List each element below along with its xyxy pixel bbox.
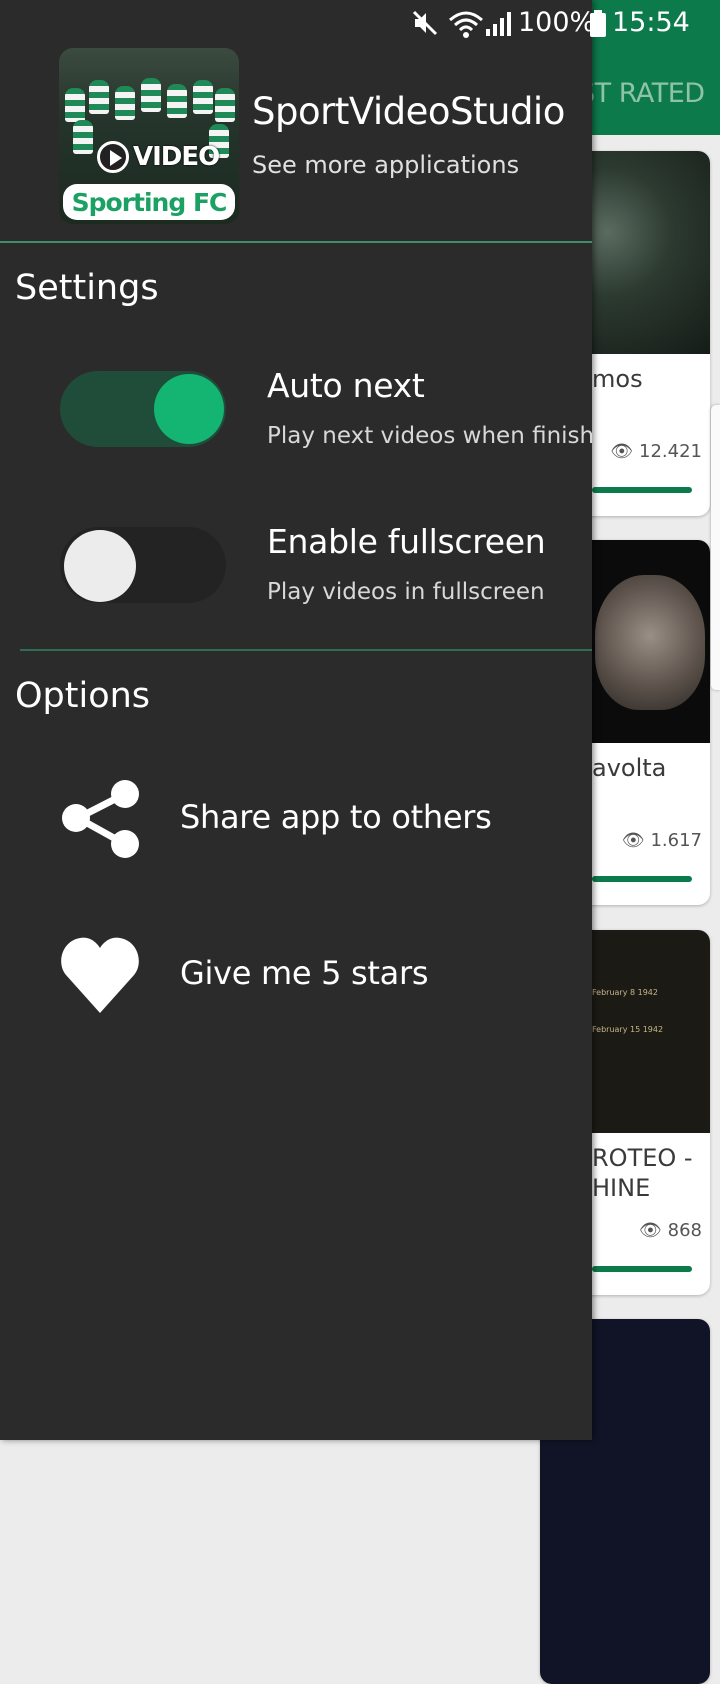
divider xyxy=(0,241,592,243)
view-count-value: 12.421 xyxy=(639,441,702,462)
auto-next-title: Auto next xyxy=(267,366,425,405)
eye-icon: 👁 xyxy=(639,1220,662,1241)
divider xyxy=(20,649,592,651)
video-title: ROTEO - HINE xyxy=(592,1144,693,1202)
wifi-icon xyxy=(449,11,483,38)
status-bar: 100% 15:54 xyxy=(0,0,720,48)
view-count-value: 868 xyxy=(667,1220,702,1241)
rate-app-label: Give me 5 stars xyxy=(180,954,429,992)
signal-icon xyxy=(486,12,511,36)
more-apps-link[interactable]: See more applications xyxy=(252,151,519,179)
view-count-value: 1.617 xyxy=(650,830,702,851)
video-title: mos xyxy=(592,365,643,393)
thumbnail-caption: February 15 1942 xyxy=(592,1025,664,1034)
settings-heading: Settings xyxy=(15,268,159,308)
toggle-knob xyxy=(154,374,224,444)
video-title: avolta xyxy=(592,754,667,782)
battery-percentage: 100% xyxy=(518,7,596,38)
view-count: 👁 1.617 xyxy=(622,830,702,851)
clock: 15:54 xyxy=(612,7,690,38)
scrollbar[interactable] xyxy=(711,405,720,690)
battery-icon xyxy=(590,10,606,37)
fullscreen-toggle[interactable] xyxy=(60,527,226,603)
mute-icon xyxy=(412,10,438,36)
navigation-drawer: VIDEO Sporting FC SportVideoStudio See m… xyxy=(0,0,592,1440)
rating-bar xyxy=(592,1266,692,1272)
options-heading: Options xyxy=(15,676,151,716)
heart-icon xyxy=(61,937,139,1013)
thumbnail-caption: February 8 1942 xyxy=(592,988,658,997)
fullscreen-description: Play videos in fullscreen xyxy=(267,579,545,605)
share-app-item[interactable]: Share app to others xyxy=(0,764,592,874)
rate-app-item[interactable]: Give me 5 stars xyxy=(0,920,592,1030)
fullscreen-title: Enable fullscreen xyxy=(267,522,546,561)
view-count: 👁 868 xyxy=(639,1220,702,1241)
share-app-label: Share app to others xyxy=(180,798,492,836)
auto-next-toggle[interactable] xyxy=(60,371,226,447)
rating-bar xyxy=(592,487,692,493)
share-icon xyxy=(62,780,139,858)
app-logo[interactable]: VIDEO Sporting FC xyxy=(59,48,239,224)
auto-next-description: Play next videos when finish xyxy=(267,423,592,449)
logo-video-label: VIDEO xyxy=(97,140,220,174)
eye-icon: 👁 xyxy=(621,830,645,851)
toggle-knob xyxy=(64,530,136,602)
play-icon xyxy=(97,141,129,173)
tab-most-rated[interactable]: ST RATED xyxy=(578,78,705,109)
view-count: 👁 12.421 xyxy=(610,441,702,462)
app-name[interactable]: SportVideoStudio xyxy=(252,90,565,133)
logo-banner: Sporting FC xyxy=(63,184,235,220)
rating-bar xyxy=(592,876,692,882)
eye-icon: 👁 xyxy=(610,441,634,462)
